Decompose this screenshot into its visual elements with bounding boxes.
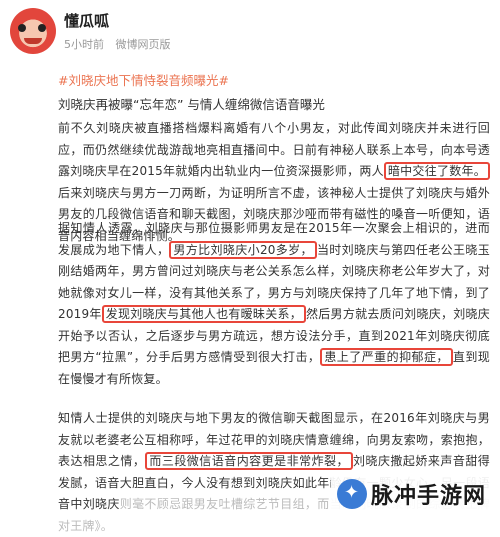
post-subtitle: 刘晓庆再被曝“忘年恋” 与情人缠绵微信语音曝光 (58, 97, 325, 112)
highlight-box: 男方比刘晓庆小20多岁， (169, 240, 317, 259)
paragraph-3: 知情人士提供的刘晓庆与地下男友的微信聊天截图显示，在2016年刘晓庆与男友就以老… (58, 408, 490, 537)
paragraph-2: 据知情人透露，刘晓庆与那位摄影师男友是在2015年一次聚会上相识的，进而发展成为… (58, 218, 490, 390)
post-header: 懂瓜呱 5小时前 微博网页版 (0, 0, 500, 62)
post-meta: 5小时前 微博网页版 (64, 36, 179, 52)
highlight-box: 暗中交往了数年。 (383, 162, 490, 180)
avatar[interactable] (10, 8, 56, 54)
highlight-box: 而三段微信语音内容更是非常炸裂， (145, 452, 354, 470)
watermark-text: 脉冲手游网 (370, 484, 486, 509)
post-time[interactable]: 5小时前 (64, 38, 104, 51)
pulse-logo-icon (336, 479, 367, 509)
post-source: 微博网页版 (115, 38, 171, 51)
topic-hashtag[interactable]: #刘晓庆地下情恃裂音频曝光# (58, 70, 229, 89)
highlight-box: 患上了严重的抑郁症， (320, 348, 453, 366)
highlight-box: 发现刘晓庆与其他人也有暧昧关系， (101, 305, 307, 323)
username[interactable]: 懂瓜呱 (64, 10, 109, 31)
watermark: 脉冲手游网 (330, 476, 492, 512)
